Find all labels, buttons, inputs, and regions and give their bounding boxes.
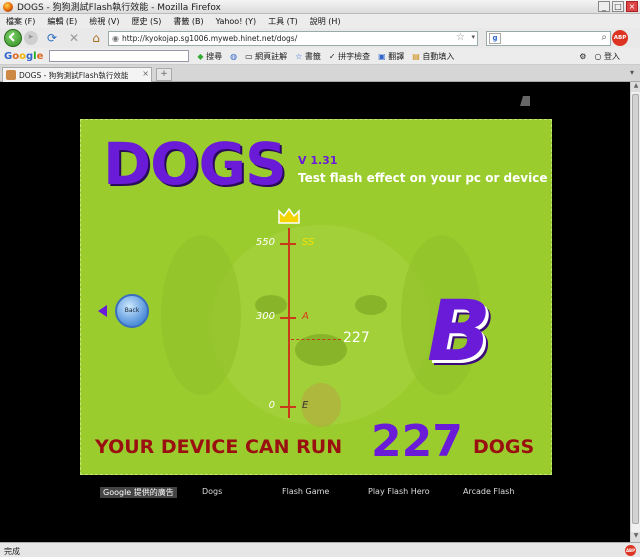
footer-links: Google 提供的廣告 Dogs Flash Game Play Flash … [100, 487, 540, 501]
result-suffix: DOGS [473, 436, 535, 458]
gauge-tick [280, 317, 296, 319]
search-bar[interactable]: g ⌕ [486, 30, 611, 46]
back-nav-button[interactable] [4, 29, 22, 47]
search-engine-icon[interactable]: g [489, 32, 501, 44]
google-search-button[interactable]: ◆ 搜尋 [197, 51, 222, 62]
tagline: Test flash effect on your pc or device [298, 171, 548, 185]
scroll-thumb[interactable] [632, 94, 639, 524]
adblock-icon[interactable]: ABP [612, 30, 628, 46]
adblock-status-icon[interactable]: ABP [625, 545, 636, 556]
google-logo: Google [4, 50, 44, 62]
google-toolbar: Google ◆ 搜尋 ◍ ▭ 網頁註解 ☆ 書籤 ✓ 拼字檢查 ▣ 翻譯 ▤ … [0, 48, 640, 65]
menu-yahoo[interactable]: Yahoo! (Y) [216, 17, 256, 26]
score-marker-value: 227 [343, 329, 370, 346]
page-scrollbar[interactable]: ▲ ▼ [630, 82, 640, 542]
translate-button[interactable]: ▣ 翻譯 [378, 51, 404, 62]
url-dropdown-icon[interactable]: ▾ [471, 33, 475, 41]
search-icon[interactable]: ⌕ [601, 32, 607, 43]
tab-close-icon[interactable]: × [142, 69, 149, 78]
reload-icon[interactable]: ⟳ [44, 30, 60, 46]
tab-dogs[interactable]: DOGS - 狗狗測試Flash執行效能 × [2, 67, 152, 82]
bookmark-star-icon[interactable]: ☆ [456, 32, 465, 43]
gauge-tick [280, 242, 296, 245]
sign-in-button[interactable]: ○ 登入 [594, 51, 620, 62]
score-gauge [288, 228, 290, 418]
tab-title: DOGS - 狗狗測試Flash執行效能 [19, 71, 129, 80]
gauge-grade-label: E [302, 400, 309, 411]
result-score: 227 [371, 416, 463, 467]
menu-view[interactable]: 檢視 (V) [89, 16, 119, 27]
spell-check-button[interactable]: ✓ 拼字檢查 [329, 51, 370, 62]
result-prefix: YOUR DEVICE CAN RUN [95, 436, 343, 458]
gauge-tick-label: 0 [268, 400, 275, 411]
footer-link-play-flash-hero[interactable]: Play Flash Hero [368, 487, 430, 496]
window-title: DOGS - 狗狗測試Flash執行效能 - Mozilla Firefox [17, 3, 221, 13]
page-annotate-button[interactable]: ▭ 網頁註解 [245, 51, 287, 62]
url-text: http://kyokojap.sg1006.myweb.hinet.net/d… [121, 33, 298, 43]
footer-link-flash-game[interactable]: Flash Game [282, 487, 329, 496]
menu-help[interactable]: 說明 (H) [310, 16, 341, 27]
arrow-left-icon [8, 32, 15, 42]
footer-link-ads[interactable]: Google 提供的廣告 [100, 487, 177, 498]
forward-nav-button[interactable]: ▸ [24, 31, 38, 45]
tab-bar: DOGS - 狗狗測試Flash執行效能 × + ▾ [0, 65, 640, 82]
corner-mark-icon [520, 96, 530, 106]
menu-bookmarks[interactable]: 書籤 (B) [173, 16, 203, 27]
result-text: YOUR DEVICE CAN RUN 227 DOGS [95, 416, 545, 467]
google-search-input[interactable] [49, 50, 190, 62]
globe-icon[interactable]: ◍ [230, 52, 237, 61]
menu-file[interactable]: 檔案 (F) [6, 16, 35, 27]
back-arrow-icon[interactable] [98, 305, 107, 317]
gauge-tick-label: 550 [255, 236, 275, 248]
gauge-grade-label: A [302, 311, 309, 322]
score-marker [291, 338, 341, 340]
site-icon: ◉ [112, 33, 119, 43]
google-bookmarks-button[interactable]: ☆ 書籤 [295, 51, 321, 62]
home-icon[interactable]: ⌂ [88, 30, 104, 46]
close-button[interactable]: × [626, 1, 638, 12]
gauge-tick-label: 300 [255, 311, 275, 322]
tab-list-icon[interactable]: ▾ [630, 68, 634, 77]
scroll-up-icon[interactable]: ▲ [631, 82, 640, 92]
autofill-button[interactable]: ▤ 自動填入 [412, 51, 454, 62]
menu-bar: 檔案 (F) 編輯 (E) 檢視 (V) 歷史 (S) 書籤 (B) Yahoo… [0, 14, 640, 28]
gauge-grade-label: SS [302, 236, 315, 248]
footer-link-dogs[interactable]: Dogs [202, 487, 222, 496]
status-text: 完成 [4, 547, 20, 556]
minimize-button[interactable]: _ [598, 1, 610, 12]
url-bar[interactable]: ◉ http://kyokojap.sg1006.myweb.hinet.net… [108, 30, 478, 46]
crown-icon [278, 207, 300, 224]
navigation-toolbar: ▸ ⟳ ✕ ⌂ ◉ http://kyokojap.sg1006.myweb.h… [0, 28, 640, 48]
menu-history[interactable]: 歷史 (S) [132, 16, 162, 27]
footer-link-arcade-flash[interactable]: Arcade Flash [463, 487, 514, 496]
title-bar: DOGS - 狗狗測試Flash執行效能 - Mozilla Firefox _… [0, 0, 640, 14]
page-content: DOGS V 1.31 Test flash effect on your pc… [0, 82, 630, 542]
grade-letter: B [427, 282, 492, 380]
menu-tools[interactable]: 工具 (T) [268, 16, 298, 27]
gauge-tick [280, 406, 296, 408]
stop-icon[interactable]: ✕ [66, 30, 82, 46]
back-button[interactable]: Back [115, 294, 149, 328]
maximize-button[interactable]: □ [612, 1, 624, 12]
new-tab-button[interactable]: + [156, 68, 172, 81]
version-label: V 1.31 [298, 154, 338, 167]
flash-app[interactable]: DOGS V 1.31 Test flash effect on your pc… [80, 119, 552, 475]
favicon-icon [6, 70, 16, 80]
menu-edit[interactable]: 編輯 (E) [47, 16, 77, 27]
dogs-logo: DOGS [103, 130, 287, 198]
scroll-down-icon[interactable]: ▼ [631, 532, 640, 542]
firefox-icon [3, 1, 13, 12]
status-bar: 完成 ABP [0, 542, 640, 557]
window-controls: _ □ × [598, 1, 638, 12]
wrench-icon[interactable]: ⚙ [579, 52, 586, 61]
